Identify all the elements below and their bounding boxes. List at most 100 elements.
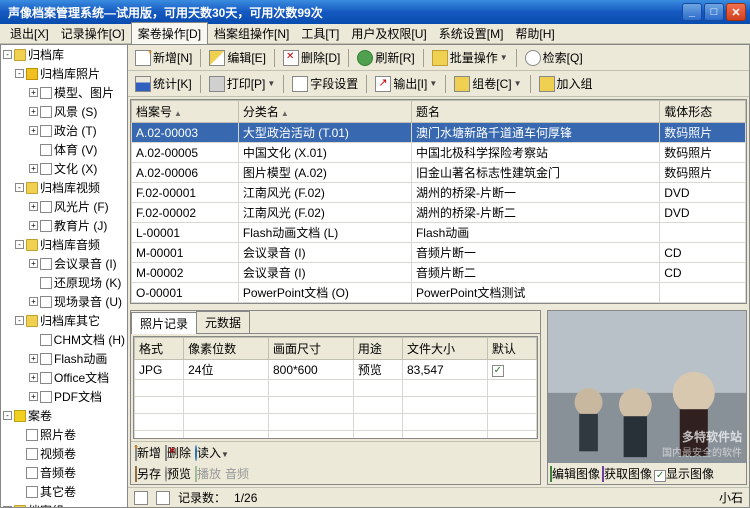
tree-node[interactable]: -归档库 bbox=[1, 45, 127, 64]
table-row[interactable] bbox=[135, 397, 537, 414]
addgroup-button[interactable]: 加入组 bbox=[536, 74, 596, 93]
menu-group[interactable]: 档案组操作[N] bbox=[208, 23, 295, 44]
tree-expander[interactable]: + bbox=[29, 297, 38, 306]
table-row[interactable] bbox=[135, 431, 537, 440]
tree-expander[interactable]: - bbox=[3, 411, 12, 420]
print-button[interactable]: 打印[P]▼ bbox=[206, 74, 279, 93]
tree-node[interactable]: +教育片 (J) bbox=[1, 216, 127, 235]
tree-node[interactable]: +现场录音 (U) bbox=[1, 292, 127, 311]
tree-node[interactable]: 其它卷 bbox=[1, 482, 127, 501]
tree-node[interactable]: +Flash动画 bbox=[1, 349, 127, 368]
tree-expander[interactable]: + bbox=[29, 164, 38, 173]
tree-node[interactable]: +模型、图片 bbox=[1, 83, 127, 102]
detail-preview-button[interactable]: 预览 bbox=[165, 465, 191, 482]
table-row[interactable]: L-00001Flash动画文档 (L)Flash动画 bbox=[132, 223, 746, 243]
column-header[interactable]: 文件大小 bbox=[402, 338, 487, 360]
tree-node[interactable]: CHM文档 (H) bbox=[1, 330, 127, 349]
table-row[interactable]: O-00001PowerPoint文档 (O)PowerPoint文档测试 bbox=[132, 283, 746, 303]
column-header[interactable]: 分类名▲ bbox=[238, 101, 411, 123]
column-header[interactable]: 画面尺寸 bbox=[268, 338, 353, 360]
tree-node[interactable]: +会议录音 (I) bbox=[1, 254, 127, 273]
tree-view[interactable]: -归档库-归档库照片+模型、图片+风景 (S)+政治 (T)体育 (V)+文化 … bbox=[0, 44, 128, 508]
maximize-button[interactable]: □ bbox=[704, 3, 724, 21]
menu-exit[interactable]: 退出[X] bbox=[4, 23, 55, 44]
show-image-toggle[interactable]: ✓显示图像 bbox=[654, 465, 714, 482]
tree-node[interactable]: 体育 (V) bbox=[1, 140, 127, 159]
image-preview[interactable]: 多特软件站 国内最安全的软件 bbox=[548, 311, 746, 463]
column-header[interactable]: 格式 bbox=[135, 338, 184, 360]
delete-button[interactable]: 删除[D] bbox=[280, 48, 343, 67]
refresh-button[interactable]: 刷新[R] bbox=[354, 48, 417, 67]
table-row[interactable]: F.02-00002江南风光 (F.02)湖州的桥梁-片断二DVD bbox=[132, 203, 746, 223]
menu-tools[interactable]: 工具[T] bbox=[295, 23, 345, 44]
table-row[interactable]: M-00002会议录音 (I)音频片断二CD bbox=[132, 263, 746, 283]
tree-expander[interactable]: - bbox=[3, 50, 12, 59]
tree-node[interactable]: -归档库音频 bbox=[1, 235, 127, 254]
field-button[interactable]: 字段设置 bbox=[289, 74, 361, 93]
table-row[interactable]: M-00001会议录音 (I)音频片断一CD bbox=[132, 243, 746, 263]
table-row[interactable]: A.02-00005中国文化 (X.01)中国北极科学探险考察站数码照片 bbox=[132, 143, 746, 163]
tree-expander[interactable]: - bbox=[15, 183, 24, 192]
tree-expander[interactable]: + bbox=[29, 88, 38, 97]
tree-node[interactable]: +Office文档 bbox=[1, 368, 127, 387]
table-row[interactable]: JPG24位800*600预览83,547✓ bbox=[135, 360, 537, 380]
tree-expander[interactable]: + bbox=[29, 373, 38, 382]
checkbox-icon[interactable]: ✓ bbox=[492, 365, 504, 377]
tree-node[interactable]: +PDF文档 bbox=[1, 387, 127, 406]
new-button[interactable]: 新增[N] bbox=[132, 48, 195, 67]
tree-node[interactable]: -归档库视频 bbox=[1, 178, 127, 197]
menu-log[interactable]: 记录操作[O] bbox=[55, 23, 131, 44]
tree-expander[interactable]: + bbox=[29, 392, 38, 401]
edit-image-button[interactable]: 编辑图像 bbox=[550, 465, 600, 482]
tree-expander[interactable]: + bbox=[29, 126, 38, 135]
detail-play-button[interactable]: 播放 bbox=[195, 465, 221, 482]
column-header[interactable]: 题名 bbox=[411, 101, 659, 123]
tree-node[interactable]: -案卷 bbox=[1, 406, 127, 425]
tree-expander[interactable]: - bbox=[15, 316, 24, 325]
tab-photo-record[interactable]: 照片记录 bbox=[131, 312, 197, 334]
tree-node[interactable]: 视频卷 bbox=[1, 444, 127, 463]
menu-system[interactable]: 系统设置[M] bbox=[433, 23, 510, 44]
tree-node[interactable]: +政治 (T) bbox=[1, 121, 127, 140]
column-header[interactable]: 用途 bbox=[353, 338, 402, 360]
column-header[interactable]: 载体形态 bbox=[660, 101, 746, 123]
tab-metadata[interactable]: 元数据 bbox=[196, 311, 250, 333]
tree-node[interactable]: +风景 (S) bbox=[1, 102, 127, 121]
tree-expander[interactable]: - bbox=[15, 69, 24, 78]
group-button[interactable]: 组卷[C]▼ bbox=[451, 74, 524, 93]
detail-grid[interactable]: 格式像素位数画面尺寸用途文件大小默认JPG24位800*600预览83,547✓ bbox=[133, 336, 538, 439]
tree-node[interactable]: 音频卷 bbox=[1, 463, 127, 482]
tree-node[interactable]: 还原现场 (K) bbox=[1, 273, 127, 292]
column-header[interactable]: 默认 bbox=[487, 338, 536, 360]
stat-button[interactable]: 统计[K] bbox=[132, 74, 195, 93]
get-image-button[interactable]: 获取图像 bbox=[602, 465, 652, 482]
table-row[interactable] bbox=[135, 414, 537, 431]
detail-read-button[interactable]: 读入▼ bbox=[195, 444, 229, 461]
tree-expander[interactable]: + bbox=[29, 221, 38, 230]
detail-del-button[interactable]: 删除 bbox=[165, 444, 191, 461]
table-row[interactable]: F.02-00001江南风光 (F.02)湖州的桥梁-片断一DVD bbox=[132, 183, 746, 203]
detail-audio-button[interactable]: 音频 bbox=[225, 465, 249, 482]
status-icon-2[interactable] bbox=[156, 491, 170, 505]
column-header[interactable]: 档案号▲ bbox=[132, 101, 239, 123]
detail-new-button[interactable]: 新增 bbox=[135, 444, 161, 461]
tree-node[interactable]: -档案组 bbox=[1, 501, 127, 508]
table-row[interactable]: A.02-00003大型政治活动 (T.01)澳门水塘新路千道通车何厚锋数码照片 bbox=[132, 123, 746, 143]
tree-node[interactable]: -归档库照片 bbox=[1, 64, 127, 83]
main-grid[interactable]: 档案号▲分类名▲题名载体形态A.02-00003大型政治活动 (T.01)澳门水… bbox=[130, 99, 747, 304]
status-icon-1[interactable] bbox=[134, 491, 148, 505]
close-button[interactable]: ✕ bbox=[726, 3, 746, 21]
batch-button[interactable]: 批量操作▼ bbox=[429, 48, 511, 67]
menu-user[interactable]: 用户及权限[U] bbox=[345, 23, 432, 44]
tree-expander[interactable]: - bbox=[15, 240, 24, 249]
tree-node[interactable]: +文化 (X) bbox=[1, 159, 127, 178]
table-row[interactable] bbox=[135, 380, 537, 397]
tree-expander[interactable]: + bbox=[29, 354, 38, 363]
tree-expander[interactable]: + bbox=[29, 259, 38, 268]
tree-node[interactable]: +风光片 (F) bbox=[1, 197, 127, 216]
export-button[interactable]: 输出[I]▼ bbox=[372, 74, 440, 93]
minimize-button[interactable]: _ bbox=[682, 3, 702, 21]
tree-node[interactable]: 照片卷 bbox=[1, 425, 127, 444]
menu-help[interactable]: 帮助[H] bbox=[509, 23, 560, 44]
tree-expander[interactable]: + bbox=[29, 107, 38, 116]
